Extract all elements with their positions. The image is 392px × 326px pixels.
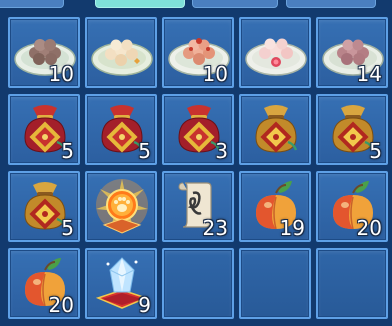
inventory-slot[interactable] [239, 17, 311, 88]
inventory-slot[interactable]: 20 [8, 248, 80, 319]
item-count: 14 [356, 62, 382, 86]
inventory-slot[interactable]: 9 [85, 248, 157, 319]
item-count: 10 [202, 62, 228, 86]
gold-lucky-bag-icon [255, 105, 298, 153]
tab-bar [0, 0, 392, 8]
item-count: 3 [215, 139, 228, 163]
item-count: 20 [356, 216, 382, 240]
item-count: 10 [48, 62, 74, 86]
item-count: 19 [279, 216, 305, 240]
item-count: 5 [61, 216, 74, 240]
item-count: 9 [138, 293, 151, 317]
inventory-slot[interactable]: 19 [239, 171, 311, 242]
inventory-slot[interactable]: 10 [8, 17, 80, 88]
item-count: 5 [138, 139, 151, 163]
inventory-grid: 10 10 14 5 5 3 5 5 23 19 20 20 9 [8, 17, 388, 319]
inventory-slot[interactable]: 14 [316, 17, 388, 88]
tab-2[interactable] [95, 0, 185, 8]
tab-4[interactable] [286, 0, 376, 8]
inventory-slot[interactable]: 5 [8, 94, 80, 165]
white-dumplings-plate-icon [91, 39, 153, 76]
empty-slot[interactable] [162, 248, 234, 319]
item-count: 20 [48, 293, 74, 317]
glowing-paw-orb-icon [96, 179, 148, 234]
inventory-slot[interactable]: 3 [162, 94, 234, 165]
inventory-slot[interactable]: 23 [162, 171, 234, 242]
inventory-slot[interactable]: 5 [85, 94, 157, 165]
inventory-slot[interactable] [85, 171, 157, 242]
inventory-slot[interactable] [85, 17, 157, 88]
item-count: 5 [61, 139, 74, 163]
inventory-slot[interactable]: 10 [162, 17, 234, 88]
inventory-slot[interactable]: 20 [316, 171, 388, 242]
empty-slot[interactable] [239, 248, 311, 319]
item-count: 23 [202, 216, 228, 240]
empty-slot[interactable] [316, 248, 388, 319]
inventory-slot[interactable]: 5 [8, 171, 80, 242]
inventory-slot[interactable] [239, 94, 311, 165]
inventory-slot[interactable]: 5 [316, 94, 388, 165]
tab-1[interactable] [0, 0, 64, 8]
pink-dumplings-plate-icon [245, 38, 307, 76]
tab-3[interactable] [192, 0, 278, 8]
item-count: 5 [369, 139, 382, 163]
